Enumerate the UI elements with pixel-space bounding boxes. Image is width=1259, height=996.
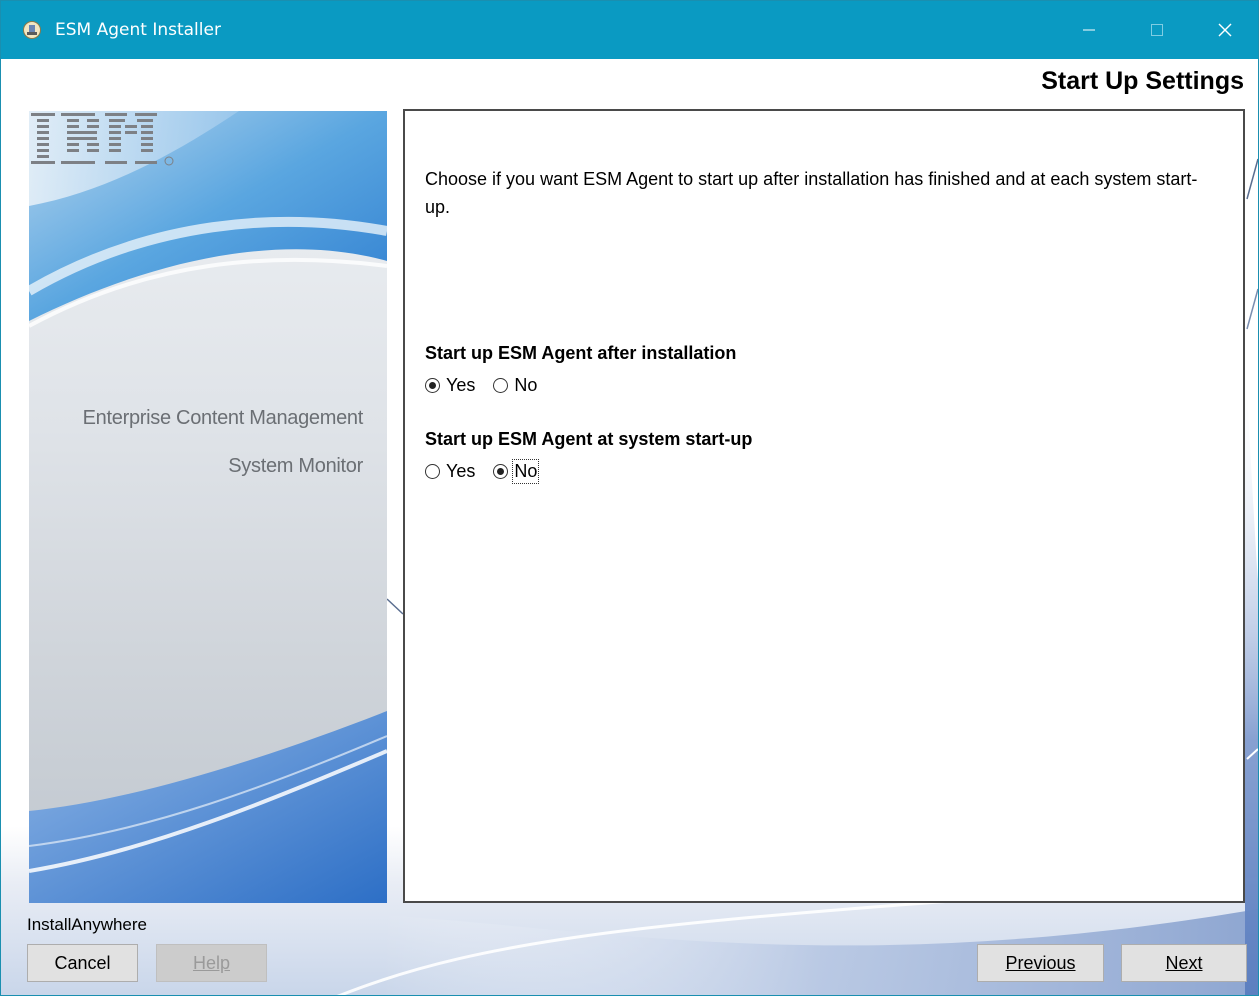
- window-title: ESM Agent Installer: [55, 20, 221, 40]
- settings-panel: Choose if you want ESM Agent to start up…: [403, 109, 1245, 903]
- startup-at-system-start-radio-group: Yes No: [425, 459, 555, 484]
- minimize-icon: [1083, 29, 1095, 31]
- minimize-button[interactable]: [1060, 1, 1118, 59]
- page-title: Start Up Settings: [1041, 67, 1244, 95]
- startup-at-system-start-no-radio[interactable]: No: [493, 459, 540, 484]
- cancel-button[interactable]: Cancel: [27, 944, 138, 982]
- radio-label: No: [514, 375, 538, 395]
- title-bar[interactable]: ESM Agent Installer: [1, 1, 1258, 59]
- startup-after-install-no-radio[interactable]: No: [493, 375, 537, 396]
- startup-at-system-start-label: Start up ESM Agent at system start-up: [425, 429, 753, 449]
- product-banner: Enterprise Content Management System Mon…: [29, 111, 387, 903]
- help-button[interactable]: Help: [156, 944, 267, 982]
- startup-after-install-label: Start up ESM Agent after installation: [425, 343, 737, 363]
- startup-at-system-start-yes-radio[interactable]: Yes: [425, 461, 475, 482]
- installer-app-icon: [23, 21, 41, 39]
- startup-after-install-radio-group: Yes No: [425, 375, 555, 396]
- radio-label: Yes: [446, 461, 476, 481]
- previous-button[interactable]: Previous: [977, 944, 1104, 982]
- radio-label: No: [512, 459, 540, 484]
- product-line-1: Enterprise Content Management: [82, 407, 364, 429]
- close-icon: [1218, 23, 1232, 37]
- radio-label: Yes: [446, 375, 476, 395]
- product-line-2: System Monitor: [228, 455, 363, 477]
- installer-window: ESM Agent Installer Start Up Settings En…: [0, 0, 1259, 996]
- next-button[interactable]: Next: [1121, 944, 1247, 982]
- radio-unselected-icon: [493, 378, 509, 393]
- startup-after-install-yes-radio[interactable]: Yes: [425, 375, 475, 396]
- vendor-label: InstallAnywhere: [27, 915, 148, 934]
- close-button[interactable]: [1196, 1, 1254, 59]
- description-text: Choose if you want ESM Agent to start up…: [425, 169, 1198, 217]
- maximize-icon: [1151, 24, 1163, 36]
- ibm-logo: [31, 113, 174, 166]
- radio-selected-icon: [493, 464, 509, 479]
- banner-swoosh-graphic: [29, 111, 387, 903]
- previous-button-label: Previous: [1005, 952, 1076, 973]
- maximize-button[interactable]: [1128, 1, 1186, 59]
- radio-selected-icon: [425, 378, 440, 393]
- radio-unselected-icon: [425, 464, 440, 479]
- help-button-label: Help: [192, 952, 231, 973]
- next-button-label: Next: [1165, 952, 1203, 973]
